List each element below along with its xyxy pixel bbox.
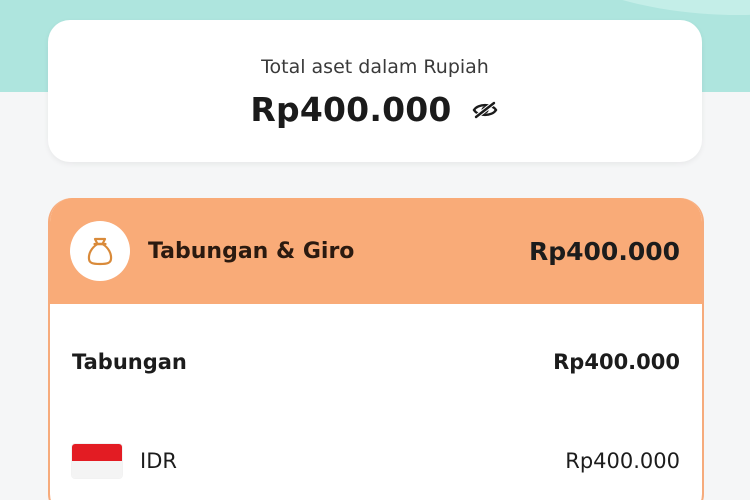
total-assets-amount: Rp400.000 bbox=[250, 90, 452, 129]
indonesia-flag-icon bbox=[72, 444, 122, 478]
savings-group-card: Tabungan & Giro Rp400.000 Tabungan Rp400… bbox=[48, 198, 704, 500]
total-assets-row: Rp400.000 bbox=[48, 90, 702, 129]
account-row-tabungan[interactable]: Tabungan Rp400.000 bbox=[72, 350, 680, 374]
savings-group-total: Rp400.000 bbox=[528, 236, 680, 266]
currency-amount: Rp400.000 bbox=[565, 449, 680, 473]
eye-slash-icon[interactable] bbox=[470, 98, 500, 122]
currency-code: IDR bbox=[140, 449, 177, 473]
money-bag-icon bbox=[70, 221, 130, 281]
currency-row-idr[interactable]: IDR Rp400.000 bbox=[72, 444, 680, 478]
savings-group-title: Tabungan & Giro bbox=[148, 238, 355, 264]
total-assets-label: Total aset dalam Rupiah bbox=[261, 56, 489, 78]
savings-group-header[interactable]: Tabungan & Giro Rp400.000 bbox=[50, 198, 702, 304]
header-decoration bbox=[530, 0, 750, 15]
account-amount: Rp400.000 bbox=[553, 350, 680, 374]
account-label: Tabungan bbox=[72, 350, 187, 374]
total-assets-card: Total aset dalam Rupiah Rp400.000 bbox=[48, 20, 702, 162]
